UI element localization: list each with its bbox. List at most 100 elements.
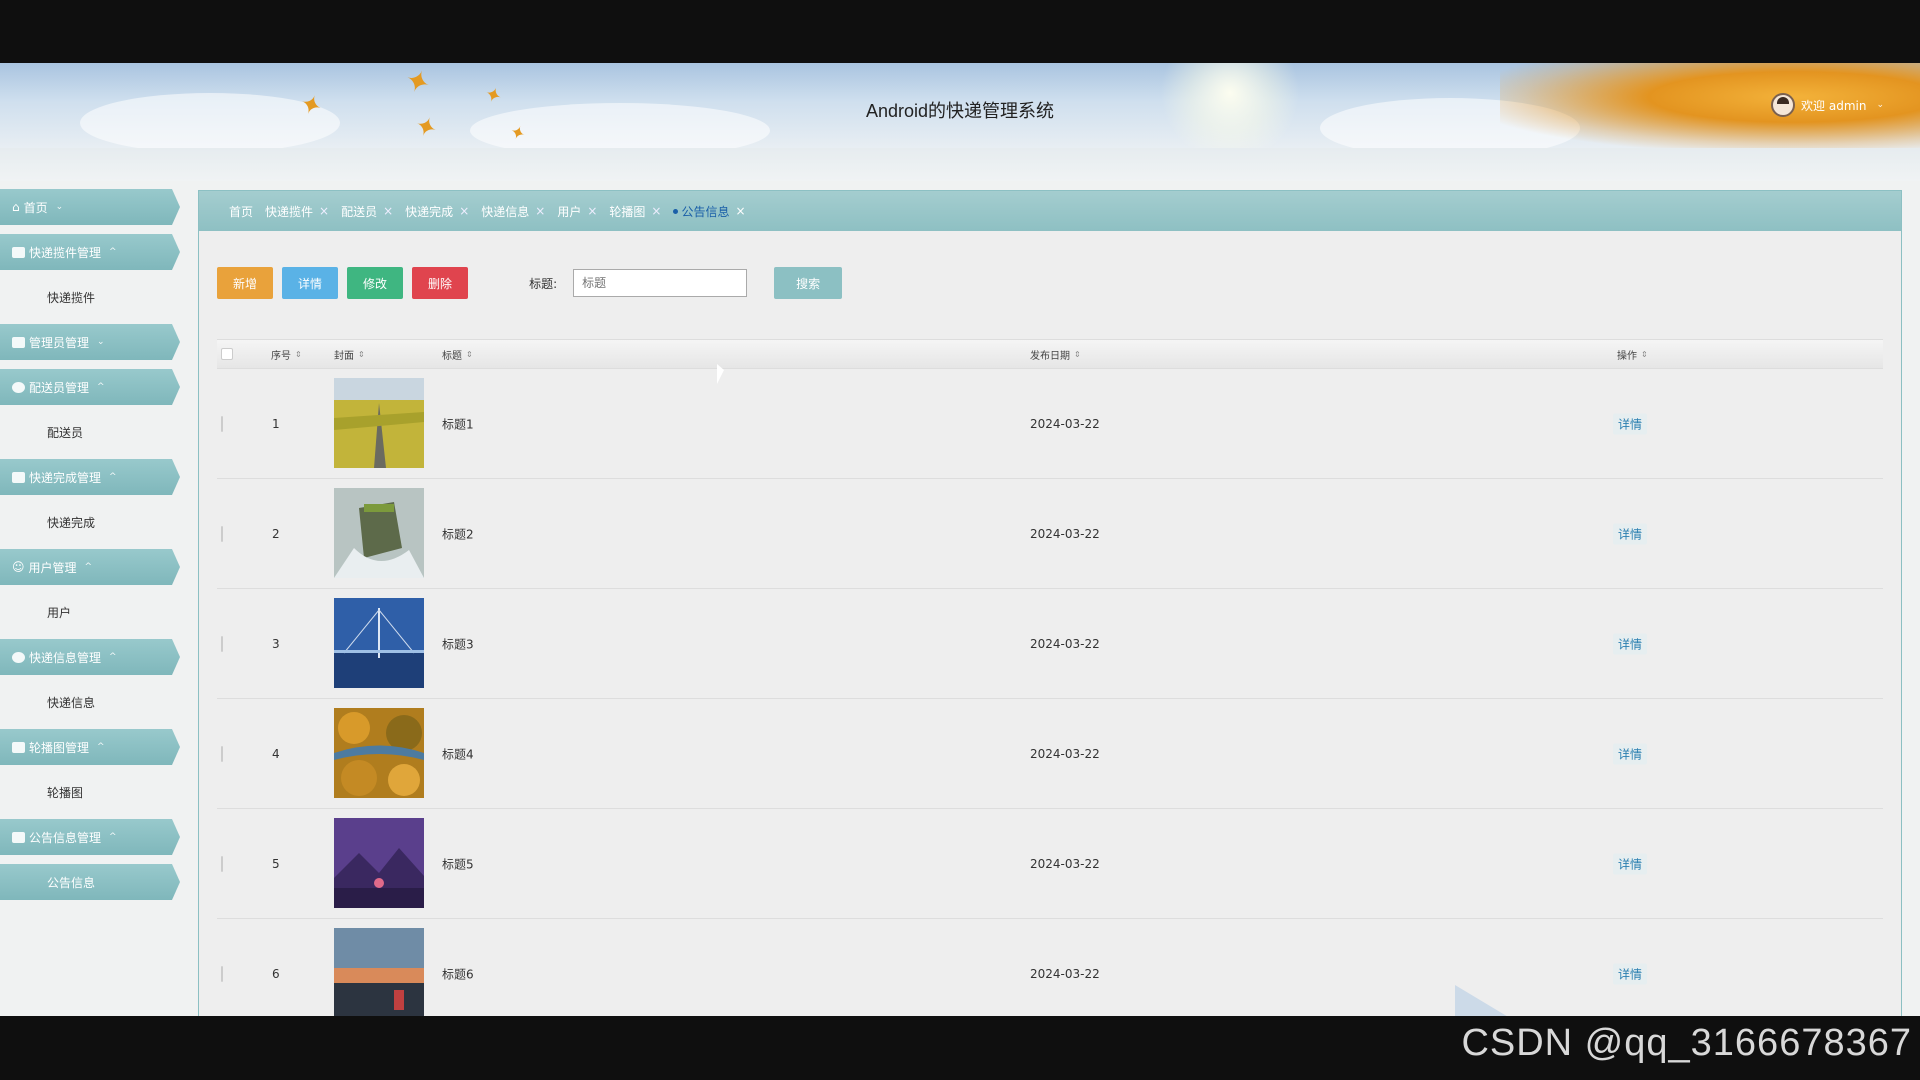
row-detail-link[interactable]: 详情 bbox=[1613, 963, 1648, 984]
tab-users[interactable]: 用户 × bbox=[557, 203, 597, 220]
row-index: 4 bbox=[272, 746, 280, 761]
sidebar-group-express-info[interactable]: 快递信息管理 ^ bbox=[0, 639, 180, 675]
table-row[interactable]: 4 标题4 2024-03-22 详情 bbox=[217, 699, 1883, 809]
row-date: 2024-03-22 bbox=[1030, 636, 1100, 651]
row-date: 2024-03-22 bbox=[1030, 526, 1100, 541]
sidebar-item-pickup[interactable]: 快递揽件 bbox=[0, 279, 180, 315]
main-panel: 首页 快递揽件 × 配送员 × 快递完成 × 快递信息 × 用户 × 轮播图 × 公告信息 ×… bbox=[198, 190, 1902, 1016]
tab-express-info[interactable]: 快递信息 × bbox=[481, 203, 545, 220]
header-cover[interactable]: 封面 ⇕ bbox=[334, 347, 365, 362]
row-index: 1 bbox=[272, 416, 280, 431]
search-input[interactable] bbox=[573, 269, 748, 297]
close-icon[interactable]: × bbox=[587, 204, 597, 218]
row-detail-link[interactable]: 详情 bbox=[1613, 523, 1648, 544]
sidebar-item-completed[interactable]: 快递完成 bbox=[0, 504, 180, 540]
mouse-cursor-icon bbox=[716, 363, 725, 387]
checkbox-box bbox=[221, 415, 223, 432]
edit-button[interactable]: 修改 bbox=[347, 267, 404, 299]
select-all-checkbox[interactable] bbox=[221, 348, 233, 360]
chevron-up-icon: ^ bbox=[97, 742, 105, 752]
sidebar-item-notice[interactable]: 公告信息 bbox=[0, 864, 180, 900]
video-play-overlay-icon bbox=[1455, 985, 1515, 1016]
delete-button[interactable]: 删除 bbox=[412, 267, 469, 299]
row-title: 标题4 bbox=[442, 747, 474, 761]
cover-image bbox=[334, 708, 424, 798]
header-banner: ✦ ✦ ✦ ✦ ✦ Android的快递管理系统 欢迎 admin ⌄ bbox=[0, 63, 1920, 148]
sidebar-group-users[interactable]: ☺ 用户管理 ^ bbox=[0, 549, 180, 585]
row-detail-link[interactable]: 详情 bbox=[1613, 853, 1648, 874]
row-detail-link[interactable]: 详情 bbox=[1613, 413, 1648, 434]
row-checkbox[interactable] bbox=[221, 745, 223, 762]
table-row[interactable]: 5 标题5 2024-03-22 详情 bbox=[217, 809, 1883, 919]
sidebar-item-label: 配送员管理 bbox=[29, 380, 90, 395]
app-window: ✦ ✦ ✦ ✦ ✦ Android的快递管理系统 欢迎 admin ⌄ ⌂ 首页… bbox=[0, 63, 1920, 1016]
header-label: 序号 bbox=[271, 350, 291, 362]
sidebar-group-pickup[interactable]: 快递揽件管理 ^ bbox=[0, 234, 180, 270]
close-icon[interactable]: × bbox=[736, 204, 746, 218]
row-checkbox[interactable] bbox=[221, 965, 223, 982]
detail-button[interactable]: 详情 bbox=[282, 267, 339, 299]
header-label: 封面 bbox=[334, 350, 354, 362]
header-index[interactable]: 序号 ⇕ bbox=[271, 347, 302, 362]
sidebar-item-carousel[interactable]: 轮播图 bbox=[0, 774, 180, 810]
tab-pickup[interactable]: 快递揽件 × bbox=[265, 203, 329, 220]
sidebar-item-courier[interactable]: 配送员 bbox=[0, 414, 180, 450]
person-icon bbox=[12, 381, 25, 393]
header-action[interactable]: 操作 ⇕ bbox=[1617, 347, 1648, 362]
row-detail-link[interactable]: 详情 bbox=[1613, 633, 1648, 654]
row-checkbox[interactable] bbox=[221, 635, 223, 652]
tab-courier[interactable]: 配送员 × bbox=[341, 203, 393, 220]
sidebar-group-notice[interactable]: 公告信息管理 ^ bbox=[0, 819, 180, 855]
tab-label: 轮播图 bbox=[609, 204, 646, 219]
search-button[interactable]: 搜索 bbox=[774, 267, 843, 299]
row-detail-link[interactable]: 详情 bbox=[1613, 743, 1648, 764]
page-title: Android的快递管理系统 bbox=[865, 101, 1055, 121]
row-checkbox[interactable] bbox=[221, 415, 223, 432]
cover-image bbox=[334, 488, 424, 578]
row-index: 3 bbox=[272, 636, 280, 651]
tab-label: 配送员 bbox=[341, 204, 378, 219]
sidebar-item-label: 快递信息管理 bbox=[29, 650, 102, 665]
checkbox-box bbox=[221, 745, 223, 762]
user-menu[interactable]: 欢迎 admin ⌄ bbox=[1771, 93, 1884, 117]
close-icon[interactable]: × bbox=[383, 204, 393, 218]
sidebar-item-home[interactable]: ⌂ 首页 ⌄ bbox=[0, 189, 180, 225]
grid-icon bbox=[12, 336, 25, 348]
video-letterbox-top bbox=[0, 0, 1920, 63]
avatar bbox=[1771, 93, 1796, 117]
row-title: 标题5 bbox=[442, 857, 474, 871]
close-icon[interactable]: × bbox=[535, 204, 545, 218]
row-title: 标题2 bbox=[442, 527, 474, 541]
sidebar-group-courier[interactable]: 配送员管理 ^ bbox=[0, 369, 180, 405]
close-icon[interactable]: × bbox=[319, 204, 329, 218]
close-icon[interactable]: × bbox=[651, 204, 661, 218]
sidebar-group-completed[interactable]: 快递完成管理 ^ bbox=[0, 459, 180, 495]
table-row[interactable]: 2 标题2 2024-03-22 详情 bbox=[217, 479, 1883, 589]
close-icon[interactable]: × bbox=[459, 204, 469, 218]
sidebar-item-label: 公告信息管理 bbox=[29, 830, 102, 845]
tab-carousel[interactable]: 轮播图 × bbox=[609, 203, 661, 220]
image-icon bbox=[12, 741, 25, 753]
tab-notice[interactable]: 公告信息 × bbox=[673, 203, 746, 220]
row-index: 2 bbox=[272, 526, 280, 541]
add-button[interactable]: 新增 bbox=[217, 267, 274, 299]
box-icon bbox=[12, 471, 25, 483]
row-checkbox[interactable] bbox=[221, 525, 223, 542]
sidebar-group-admin[interactable]: 管理员管理 ⌄ bbox=[0, 324, 180, 360]
home-icon: ⌂ bbox=[12, 200, 20, 214]
row-checkbox[interactable] bbox=[221, 855, 223, 872]
cover-image bbox=[334, 928, 424, 1016]
table-row[interactable]: 3 标题3 2024-03-22 详情 bbox=[217, 589, 1883, 699]
sidebar-group-carousel[interactable]: 轮播图管理 ^ bbox=[0, 729, 180, 765]
sidebar-item-users[interactable]: 用户 bbox=[0, 594, 180, 630]
tab-home[interactable]: 首页 bbox=[229, 203, 253, 220]
table-row[interactable]: 6 标题6 2024-03-22 详情 bbox=[217, 919, 1883, 1016]
checkbox-box bbox=[221, 525, 223, 542]
tab-completed[interactable]: 快递完成 × bbox=[405, 203, 469, 220]
sidebar-item-express-info[interactable]: 快递信息 bbox=[0, 684, 180, 720]
header-title[interactable]: 标题 ⇕ bbox=[442, 347, 473, 362]
table-row[interactable]: 1 标题1 2024-03-22 详情 bbox=[217, 369, 1883, 479]
row-index: 6 bbox=[272, 966, 280, 981]
header-date[interactable]: 发布日期 ⇕ bbox=[1030, 347, 1081, 362]
row-date: 2024-03-22 bbox=[1030, 856, 1100, 871]
